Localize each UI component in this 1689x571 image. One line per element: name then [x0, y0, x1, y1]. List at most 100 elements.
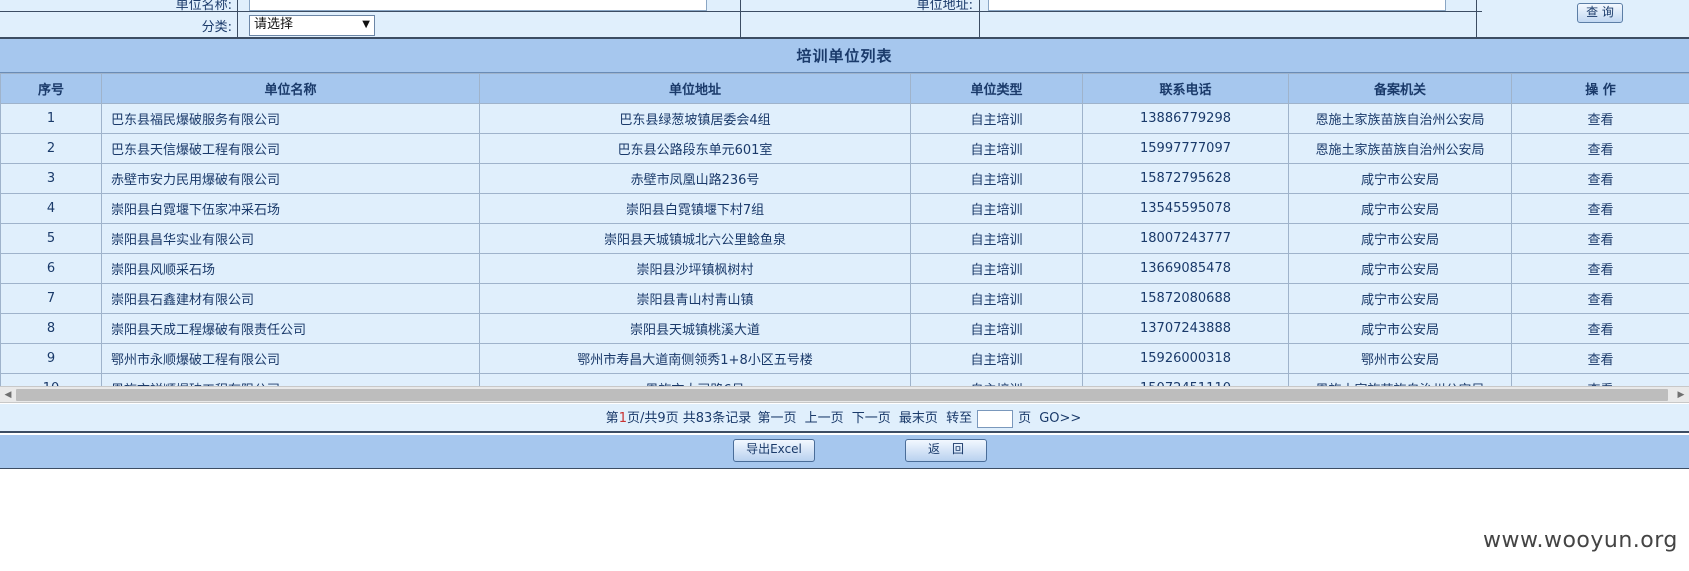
view-link[interactable]: 查看: [1511, 193, 1689, 224]
table-cell: 3: [0, 163, 102, 194]
table-cell: 自主培训: [910, 283, 1083, 314]
table-cell: 崇阳县风顺采石场: [101, 253, 480, 284]
watermark: www.wooyun.org: [1483, 528, 1678, 553]
goto-page-input[interactable]: [977, 409, 1014, 428]
table-cell: 咸宁市公安局: [1288, 163, 1512, 194]
table-cell: 鄂州市寿昌大道南侧领秀1+8小区五号楼: [479, 343, 911, 374]
table-cell: 崇阳县青山村青山镇: [479, 283, 911, 314]
table-cell: 赤壁市安力民用爆破有限公司: [101, 163, 480, 194]
view-link[interactable]: 查看: [1511, 103, 1689, 134]
table-cell: 咸宁市公安局: [1288, 193, 1512, 224]
first-page-link[interactable]: 第一页: [757, 411, 796, 426]
pager-summary: 页/共9页 共83条记录: [626, 411, 752, 426]
table-cell: 6: [0, 253, 102, 284]
view-link[interactable]: 查看: [1511, 343, 1689, 374]
unit-name-label: 单位名称:: [175, 0, 232, 13]
prev-page-link[interactable]: 上一页: [805, 411, 844, 426]
unit-table-container: 序号 单位名称 单位地址 单位类型 联系电话 备案机关操 作 1 巴东县福民爆破服务有限公司…: [0, 73, 1689, 386]
column-header: 单位类型: [910, 73, 1083, 104]
next-page-link[interactable]: 下一页: [852, 411, 891, 426]
column-header: 序号: [0, 73, 102, 104]
table-cell: 5: [0, 223, 102, 254]
table-row: 8 崇阳县天成工程爆破有限责任公司 崇阳县天城镇桃溪大道 自主培训 1370724388…: [0, 313, 1689, 344]
column-header: 备案机关: [1288, 73, 1512, 104]
table-cell: 10: [0, 373, 102, 386]
table-cell: 自主培训: [910, 223, 1083, 254]
divider: [740, 0, 741, 37]
table-row: 1 巴东县福民爆破服务有限公司 巴东县绿葱坡镇居委会4组 自主培训 1388677929…: [0, 103, 1689, 134]
table-cell: 崇阳县天成工程爆破有限责任公司: [101, 313, 480, 344]
table-cell: 恩施土家族苗族自治州公安局: [1288, 373, 1512, 386]
table-cell: 巴东县绿葱坡镇居委会4组: [479, 103, 911, 134]
table-cell: 15872795628: [1082, 163, 1289, 194]
table-row: 10恩施市祥顺爆破工程有限公司恩施市大司路6号自主培训15072451110恩施…: [0, 373, 1689, 386]
table-cell: 咸宁市公安局: [1288, 283, 1512, 314]
table-cell: 咸宁市公安局: [1288, 253, 1512, 284]
divider: [1476, 0, 1477, 37]
scroll-left-icon[interactable]: ◀: [2, 389, 14, 401]
table-cell: 巴东县天信爆破工程有限公司: [101, 133, 480, 164]
table-cell: 自主培训: [910, 343, 1083, 374]
column-header: 联系电话: [1082, 73, 1289, 104]
table-cell: 4: [0, 193, 102, 224]
divider: [237, 0, 238, 37]
scroll-right-icon[interactable]: ▶: [1675, 389, 1687, 401]
table-cell: 自主培训: [910, 373, 1083, 386]
table-cell: 13707243888: [1082, 313, 1289, 344]
table-cell: 15997777097: [1082, 133, 1289, 164]
column-header: 操 作: [1511, 73, 1689, 104]
scrollbar-thumb[interactable]: [16, 389, 1668, 401]
category-select[interactable]: 请选择 ▼: [249, 15, 375, 36]
table-cell: 15926000318: [1082, 343, 1289, 374]
table-row: 9 鄂州市永顺爆破工程有限公司 鄂州市寿昌大道南侧领秀1+8小区五号楼 自主培训 159…: [0, 343, 1689, 374]
table-cell: 13669085478: [1082, 253, 1289, 284]
table-cell: 13545595078: [1082, 193, 1289, 224]
table-cell: 自主培训: [910, 163, 1083, 194]
horizontal-scrollbar[interactable]: ◀ ▶: [0, 386, 1689, 403]
table-row: 2 巴东县天信爆破工程有限公司 巴东县公路段东单元601室 自主培训 159977770…: [0, 133, 1689, 164]
unit-address-input[interactable]: [988, 0, 1446, 11]
table-cell: 恩施土家族苗族自治州公安局: [1288, 133, 1512, 164]
table-cell: 鄂州市公安局: [1288, 343, 1512, 374]
list-title: 培训单位列表: [0, 39, 1689, 73]
table-cell: 巴东县公路段东单元601室: [479, 133, 911, 164]
category-label: 分类:: [201, 20, 232, 35]
table-cell: 自主培训: [910, 103, 1083, 134]
page-unit-label: 页: [1018, 411, 1032, 426]
table-cell: 15072451110: [1082, 373, 1289, 386]
goto-label: 转至: [946, 411, 973, 426]
table-cell: 9: [0, 343, 102, 374]
table-cell: 咸宁市公安局: [1288, 313, 1512, 344]
table-cell: 崇阳县石鑫建材有限公司: [101, 283, 480, 314]
view-link[interactable]: 查看: [1511, 133, 1689, 164]
table-row: 3 赤壁市安力民用爆破有限公司 赤壁市凤凰山路236号 自主培训 15872795628…: [0, 163, 1689, 194]
go-button[interactable]: GO>>: [1039, 411, 1081, 426]
category-selected-value: 请选择: [254, 17, 294, 32]
action-bar: 导出Excel 返 回: [0, 435, 1689, 469]
view-link[interactable]: 查看: [1511, 253, 1689, 284]
table-cell: 崇阳县白霓镇堰下村7组: [479, 193, 911, 224]
search-form: 单位名称: 单位地址: 分类: 请选择 ▼ 查 询: [0, 0, 1689, 39]
table-cell: 自主培训: [910, 193, 1083, 224]
table-cell: 恩施市祥顺爆破工程有限公司: [101, 373, 480, 386]
current-page: 1: [618, 411, 627, 426]
table-cell: 恩施市大司路6号: [479, 373, 911, 386]
export-excel-button[interactable]: 导出Excel: [733, 439, 815, 462]
table-cell: 自主培训: [910, 253, 1083, 284]
table-row: 7 崇阳县石鑫建材有限公司 崇阳县青山村青山镇 自主培训 15872080688 咸宁市公…: [0, 283, 1689, 314]
view-link[interactable]: 查看: [1511, 223, 1689, 254]
table-cell: 鄂州市永顺爆破工程有限公司: [101, 343, 480, 374]
back-button[interactable]: 返 回: [905, 439, 987, 462]
divider: [979, 0, 980, 37]
unit-name-input[interactable]: [249, 0, 707, 11]
table-cell: 7: [0, 283, 102, 314]
view-link[interactable]: 查看: [1511, 163, 1689, 194]
table-cell: 巴东县福民爆破服务有限公司: [101, 103, 480, 134]
view-link[interactable]: 查看: [1511, 313, 1689, 344]
last-page-link[interactable]: 最末页: [899, 411, 938, 426]
query-button[interactable]: 查 询: [1577, 3, 1623, 23]
view-link[interactable]: 查看: [1511, 283, 1689, 314]
view-link[interactable]: 查看: [1511, 373, 1689, 386]
table-body: 1 巴东县福民爆破服务有限公司 巴东县绿葱坡镇居委会4组 自主培训 1388677929…: [0, 103, 1689, 386]
table-cell: 8: [0, 313, 102, 344]
